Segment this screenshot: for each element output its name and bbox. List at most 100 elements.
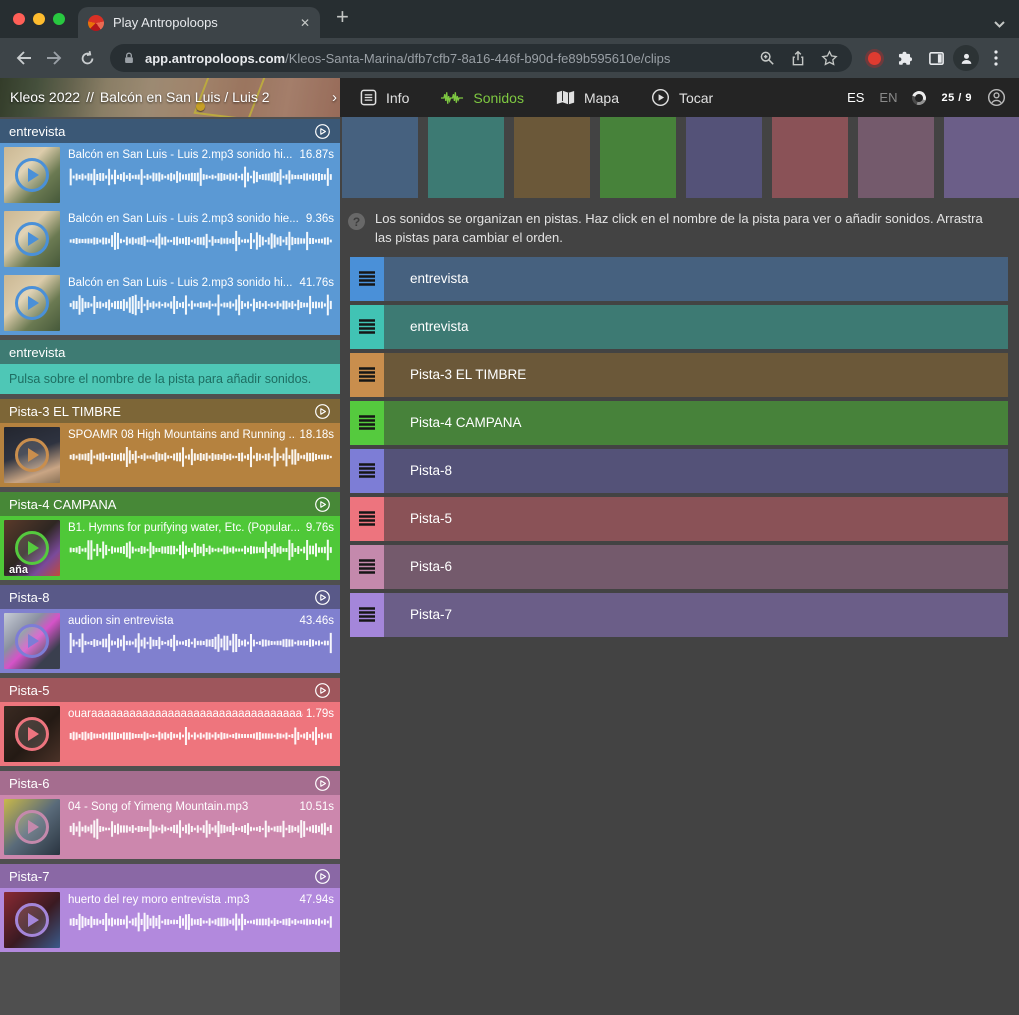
audio-clip[interactable]: audion sin entrevista43.46s bbox=[0, 609, 340, 673]
clip-play-icon[interactable] bbox=[15, 286, 49, 320]
track-square[interactable] bbox=[514, 117, 590, 198]
track-square[interactable] bbox=[944, 117, 1019, 198]
nav-tab-tocar[interactable]: Tocar bbox=[651, 88, 713, 107]
track-square[interactable] bbox=[342, 117, 418, 198]
play-track-icon[interactable] bbox=[314, 775, 331, 792]
audio-clip[interactable]: Balcón en San Luis - Luis 2.mp3 sonido h… bbox=[0, 207, 340, 271]
breadcrumb-piece: Balcón en San Luis / Luis 2 bbox=[100, 89, 270, 105]
track-row: Pista-4 CAMPANA bbox=[350, 401, 1008, 445]
recording-extension-icon[interactable] bbox=[868, 52, 881, 65]
share-icon[interactable] bbox=[790, 50, 806, 67]
track-header[interactable]: entrevista bbox=[0, 340, 340, 364]
track-header[interactable]: Pista-3 EL TIMBRE bbox=[0, 399, 340, 423]
clip-play-icon[interactable] bbox=[15, 810, 49, 844]
clip-play-icon[interactable] bbox=[15, 717, 49, 751]
nav-tab-sonidos[interactable]: Sonidos bbox=[441, 90, 524, 106]
forward-button[interactable] bbox=[40, 43, 70, 73]
track-square[interactable] bbox=[428, 117, 504, 198]
drag-handle[interactable] bbox=[350, 593, 384, 637]
drag-handle[interactable] bbox=[350, 401, 384, 445]
address-bar[interactable]: app.antropoloops.com/Kleos-Santa-Marina/… bbox=[110, 44, 852, 72]
drag-handle[interactable] bbox=[350, 257, 384, 301]
audio-clip[interactable]: huerto del rey moro entrevista .mp347.94… bbox=[0, 888, 340, 952]
clip-duration: 9.76s bbox=[306, 522, 334, 534]
track-row-name[interactable]: Pista-5 bbox=[384, 497, 1008, 541]
audio-clip[interactable]: Balcón en San Luis - Luis 2.mp3 sonido h… bbox=[0, 143, 340, 207]
bookmark-star-icon[interactable] bbox=[821, 50, 838, 67]
play-track-icon[interactable] bbox=[314, 868, 331, 885]
play-track-icon[interactable] bbox=[314, 123, 331, 140]
clip-play-icon[interactable] bbox=[15, 222, 49, 256]
track-name: Pista-4 CAMPANA bbox=[9, 497, 314, 512]
clip-play-icon[interactable] bbox=[15, 903, 49, 937]
audio-clip[interactable]: aña B1. Hymns for purifying water, Etc. … bbox=[0, 516, 340, 580]
drag-handle[interactable] bbox=[350, 497, 384, 541]
track-row: entrevista bbox=[350, 257, 1008, 301]
track-row-name[interactable]: Pista-3 EL TIMBRE bbox=[384, 353, 1008, 397]
url-path: /Kleos-Santa-Marina/dfb7cfb7-8a16-446f-b… bbox=[285, 51, 670, 66]
account-icon[interactable] bbox=[987, 88, 1006, 107]
window-zoom-button[interactable] bbox=[53, 13, 65, 25]
new-tab-button[interactable]: + bbox=[336, 4, 349, 30]
nav-tab-mapa[interactable]: Mapa bbox=[556, 89, 619, 106]
header-right: ES EN 25 / 9 bbox=[847, 88, 1019, 107]
project-banner[interactable]: Kleos 2022//Balcón en San Luis / Luis 2 … bbox=[0, 78, 340, 117]
audio-clip[interactable]: 04 - Song of Yimeng Mountain.mp310.51s bbox=[0, 795, 340, 859]
track-name: entrevista bbox=[9, 124, 314, 139]
side-panel-icon[interactable] bbox=[921, 43, 951, 73]
track-square[interactable] bbox=[858, 117, 934, 198]
zoom-icon[interactable] bbox=[759, 50, 775, 66]
track-header[interactable]: Pista-4 CAMPANA bbox=[0, 492, 340, 516]
track-row: Pista-6 bbox=[350, 545, 1008, 589]
reload-button[interactable] bbox=[72, 43, 102, 73]
audio-clip[interactable]: Balcón en San Luis - Luis 2.mp3 sonido h… bbox=[0, 271, 340, 335]
window-close-button[interactable] bbox=[13, 13, 25, 25]
clip-thumbnail bbox=[4, 799, 60, 855]
track-row-name[interactable]: entrevista bbox=[384, 257, 1008, 301]
track-square[interactable] bbox=[686, 117, 762, 198]
track-square[interactable] bbox=[772, 117, 848, 198]
back-button[interactable] bbox=[8, 43, 38, 73]
clip-play-icon[interactable] bbox=[15, 158, 49, 192]
play-track-icon[interactable] bbox=[314, 589, 331, 606]
browser-tabstrip: Play Antropoloops ✕ + bbox=[0, 0, 1019, 38]
language-en-button[interactable]: EN bbox=[879, 90, 897, 105]
browser-profile-avatar[interactable] bbox=[953, 45, 979, 71]
audio-clip[interactable]: ouaraaaaaaaaaaaaaaaaaaaaaaaaaaaaaaaaaaaa… bbox=[0, 702, 340, 766]
track-row-name[interactable]: Pista-4 CAMPANA bbox=[384, 401, 1008, 445]
language-es-button[interactable]: ES bbox=[847, 90, 864, 105]
browser-tab[interactable]: Play Antropoloops ✕ bbox=[78, 7, 320, 38]
nav-tab-info[interactable]: Info bbox=[360, 89, 409, 106]
drag-handle[interactable] bbox=[350, 449, 384, 493]
clip-title: huerto del rey moro entrevista .mp3 bbox=[68, 894, 296, 906]
tab-search-chevron-icon[interactable] bbox=[994, 15, 1005, 33]
track-header[interactable]: entrevista bbox=[0, 119, 340, 143]
banner-chevron-icon[interactable]: › bbox=[332, 78, 337, 117]
window-minimize-button[interactable] bbox=[33, 13, 45, 25]
track-square[interactable] bbox=[600, 117, 676, 198]
track-header[interactable]: Pista-6 bbox=[0, 771, 340, 795]
track-header[interactable]: Pista-5 bbox=[0, 678, 340, 702]
track-row-name[interactable]: Pista-7 bbox=[384, 593, 1008, 637]
track-header[interactable]: Pista-8 bbox=[0, 585, 340, 609]
play-track-icon[interactable] bbox=[314, 496, 331, 513]
clip-play-icon[interactable] bbox=[15, 531, 49, 565]
track-row-name[interactable]: entrevista bbox=[384, 305, 1008, 349]
drag-handle[interactable] bbox=[350, 305, 384, 349]
tab-close-icon[interactable]: ✕ bbox=[300, 17, 310, 29]
drag-handle[interactable] bbox=[350, 545, 384, 589]
clip-duration: 41.76s bbox=[299, 277, 334, 289]
track-row: Pista-8 bbox=[350, 449, 1008, 493]
drag-handle[interactable] bbox=[350, 353, 384, 397]
play-track-icon[interactable] bbox=[314, 403, 331, 420]
tab-favicon-icon bbox=[88, 15, 104, 31]
play-track-icon[interactable] bbox=[314, 682, 331, 699]
clip-play-icon[interactable] bbox=[15, 624, 49, 658]
extensions-puzzle-icon[interactable] bbox=[889, 43, 919, 73]
clip-play-icon[interactable] bbox=[15, 438, 49, 472]
track-row-name[interactable]: Pista-6 bbox=[384, 545, 1008, 589]
track-header[interactable]: Pista-7 bbox=[0, 864, 340, 888]
browser-menu-icon[interactable] bbox=[981, 43, 1011, 73]
audio-clip[interactable]: SPOAMR 08 High Mountains and Running ...… bbox=[0, 423, 340, 487]
track-row-name[interactable]: Pista-8 bbox=[384, 449, 1008, 493]
